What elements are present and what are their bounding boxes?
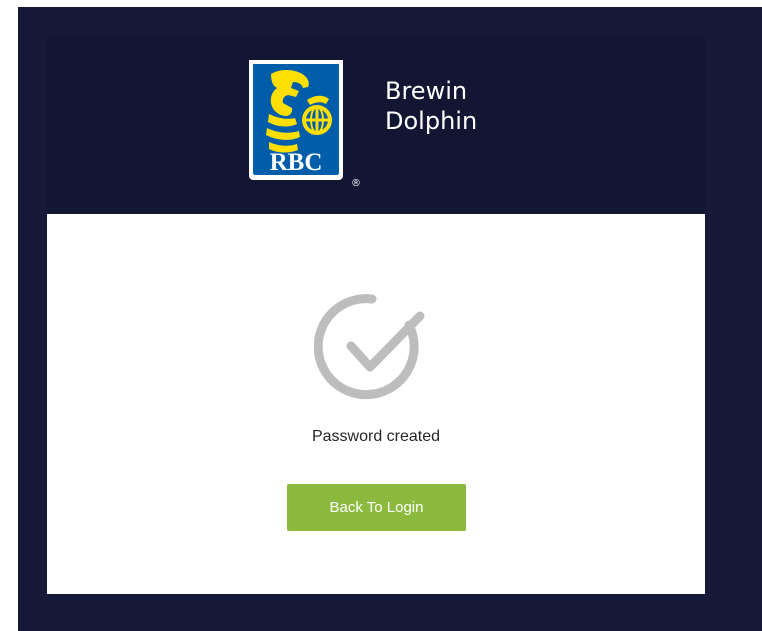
card-header: RBC ® Brewin Dolphin	[47, 36, 705, 214]
card-body: Password created Back To Login	[47, 214, 705, 594]
brand-name-line-1: Brewin	[385, 77, 468, 105]
confirmation-card: RBC ® Brewin Dolphin Password created Ba…	[47, 36, 705, 594]
registered-mark: ®	[351, 178, 361, 188]
brand-name-line-2: Dolphin	[385, 107, 478, 135]
brand-name: Brewin Dolphin	[385, 76, 477, 136]
rbc-logo-text: RBC	[270, 149, 323, 176]
password-created-message: Password created	[311, 428, 441, 445]
back-to-login-button[interactable]: Back To Login	[287, 484, 466, 531]
page-background: RBC ® Brewin Dolphin Password created Ba…	[18, 7, 762, 631]
check-circle-icon	[314, 294, 425, 400]
rbc-logo: RBC ®	[249, 60, 361, 188]
